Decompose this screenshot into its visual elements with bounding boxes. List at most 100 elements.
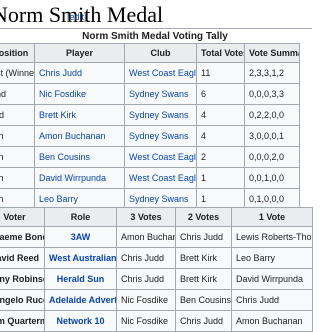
table-row: Tim Quartermain Network 10 Nic FosdikeChri… — [0, 310, 313, 332]
role-cell-link[interactable]: Network 10 — [56, 316, 104, 326]
table-row: Graeme Bond 3AW Amon BuchananChris JuddLew… — [0, 226, 313, 248]
role-cell-link[interactable]: 3AW — [71, 232, 91, 242]
voter-cell: David Reed — [0, 247, 45, 269]
club-cell[interactable]: Sydney Swans — [124, 125, 197, 147]
three-votes-cell: Amon Buchanan — [116, 226, 176, 248]
table-row: 3rd Brett Kirk Sydney Swans 40,2,2,0,0 — [0, 104, 300, 126]
position-cell: 5th — [0, 146, 35, 168]
tally-header-row: PositionPlayerClubTotal VotesVote Summar… — [0, 43, 300, 63]
table-row: 2nd Nic Fosdike Sydney Swans 60,0,0,3,3 — [0, 83, 300, 105]
player-cell-link[interactable]: Brett Kirk — [39, 110, 76, 120]
one-vote-cell: Leo Barry — [231, 247, 313, 269]
section-heading: Norm Smith Medal [edit] — [0, 2, 312, 29]
table-row: 5th Ben Cousins West Coast Eagles20,0,0,2,… — [0, 146, 300, 168]
position-cell: 2nd — [0, 83, 35, 105]
votes-header-3-votes: 3 Votes — [116, 207, 176, 227]
club-cell-link[interactable]: West Coast Eagles — [129, 173, 196, 183]
three-votes-cell: Nic Fosdike — [116, 289, 176, 311]
table-row: 1st (Winner) Chris Judd West Coast Eagles1… — [0, 62, 300, 84]
player-cell[interactable]: Ben Cousins — [34, 146, 125, 168]
role-cell-link[interactable]: Adelaide Advertiser — [49, 295, 116, 305]
three-votes-cell: Chris Judd — [116, 268, 176, 290]
tally-header-total-votes: Total Votes — [196, 43, 245, 63]
voting-tally-table: PositionPlayerClubTotal VotesVote Summar… — [0, 43, 300, 231]
one-vote-cell: Lewis Roberts-Thomson — [231, 226, 313, 248]
role-cell[interactable]: West Australian — [44, 247, 117, 269]
vote-summary-cell: 0,0,1,0,0 — [244, 167, 300, 189]
voter-cell: Vangelo Rucci — [0, 289, 45, 311]
one-vote-cell: David Wirrpunda — [231, 268, 313, 290]
one-vote-cell: Chris Judd — [231, 289, 313, 311]
position-cell: 1st (Winner) — [0, 62, 35, 84]
two-votes-cell: Brett Kirk — [175, 268, 232, 290]
one-vote-cell: Amon Buchanan — [231, 310, 313, 332]
player-cell[interactable]: Nic Fosdike — [34, 83, 125, 105]
votes-header-voter: Voter — [0, 207, 45, 227]
position-cell: 4th — [0, 125, 35, 147]
club-cell[interactable]: Sydney Swans — [124, 104, 197, 126]
two-votes-cell: Brett Kirk — [175, 247, 232, 269]
player-cell[interactable]: Brett Kirk — [34, 104, 125, 126]
role-cell[interactable]: Herald Sun — [44, 268, 117, 290]
role-cell[interactable]: Network 10 — [44, 310, 117, 332]
club-cell-link[interactable]: Sydney Swans — [129, 131, 189, 141]
club-cell-link[interactable]: Sydney Swans — [129, 194, 189, 204]
total-votes-cell: 11 — [196, 62, 245, 84]
club-cell[interactable]: Sydney Swans — [124, 83, 197, 105]
edit-bracket-close: ] — [84, 12, 87, 22]
role-cell[interactable]: 3AW — [44, 226, 117, 248]
two-votes-cell: Chris Judd — [175, 226, 232, 248]
vote-summary-cell: 2,3,3,1,2 — [244, 62, 300, 84]
role-cell-link[interactable]: West Australian — [49, 253, 116, 263]
table-row: 4th Amon Buchanan Sydney Swans 43,0,0,0,1 — [0, 125, 300, 147]
player-cell-link[interactable]: Amon Buchanan — [39, 131, 106, 141]
club-cell-link[interactable]: Sydney Swans — [129, 89, 189, 99]
club-cell[interactable]: West Coast Eagles — [124, 146, 197, 168]
total-votes-cell: 4 — [196, 125, 245, 147]
club-cell[interactable]: West Coast Eagles — [124, 167, 197, 189]
player-cell-link[interactable]: Leo Barry — [39, 194, 78, 204]
voter-cell: Graeme Bond — [0, 226, 45, 248]
total-votes-cell: 6 — [196, 83, 245, 105]
player-cell[interactable]: Chris Judd — [34, 62, 125, 84]
table-row: Vangelo Rucci Adelaide AdvertiserNic Fosd… — [0, 289, 313, 311]
club-cell-link[interactable]: West Coast Eagles — [129, 68, 196, 78]
club-cell[interactable]: West Coast Eagles — [124, 62, 197, 84]
vote-summary-cell: 0,2,2,0,0 — [244, 104, 300, 126]
position-cell: 6th — [0, 167, 35, 189]
vote-summary-cell: 0,0,0,2,0 — [244, 146, 300, 168]
player-cell-link[interactable]: David Wirrpunda — [39, 173, 106, 183]
two-votes-cell: Chris Judd — [175, 310, 232, 332]
tally-header-position: Position — [0, 43, 35, 63]
edit-section-link-wrapper: [edit] — [67, 11, 87, 23]
votes-header-2-votes: 2 Votes — [175, 207, 232, 227]
three-votes-cell: Nic Fosdike — [116, 310, 176, 332]
voter-cell: Tim Quartermain — [0, 310, 45, 332]
club-cell-link[interactable]: Sydney Swans — [129, 110, 189, 120]
role-cell-link[interactable]: Herald Sun — [57, 274, 105, 284]
total-votes-cell: 1 — [196, 167, 245, 189]
three-votes-cell: Chris Judd — [116, 247, 176, 269]
table-row: David Reed West AustralianChris JuddBrett… — [0, 247, 313, 269]
two-votes-cell: Ben Cousins — [175, 289, 232, 311]
votes-header-1-vote: 1 Vote — [231, 207, 313, 227]
player-cell[interactable]: Amon Buchanan — [34, 125, 125, 147]
club-cell-link[interactable]: West Coast Eagles — [129, 152, 196, 162]
total-votes-cell: 4 — [196, 104, 245, 126]
role-cell[interactable]: Adelaide Advertiser — [44, 289, 117, 311]
total-votes-cell: 2 — [196, 146, 245, 168]
position-cell: 3rd — [0, 104, 35, 126]
tally-header-club: Club — [124, 43, 197, 63]
player-cell-link[interactable]: Chris Judd — [39, 68, 82, 78]
edit-section-link[interactable]: edit — [70, 12, 85, 22]
tally-header-vote-summary: Vote Summary — [244, 43, 300, 63]
player-cell-link[interactable]: Ben Cousins — [39, 152, 90, 162]
votes-by-voter-table: VoterRole3 Votes2 Votes1 VoteGraeme Bond… — [0, 207, 313, 332]
table-row: Tony Robinson Herald Sun Chris JuddBrett K… — [0, 268, 313, 290]
vote-summary-cell: 3,0,0,0,1 — [244, 125, 300, 147]
voter-cell: Tony Robinson — [0, 268, 45, 290]
vote-summary-cell: 0,0,0,3,3 — [244, 83, 300, 105]
player-cell[interactable]: David Wirrpunda — [34, 167, 125, 189]
player-cell-link[interactable]: Nic Fosdike — [39, 89, 86, 99]
tally-caption: Norm Smith Medal Voting Tally — [82, 31, 228, 42]
